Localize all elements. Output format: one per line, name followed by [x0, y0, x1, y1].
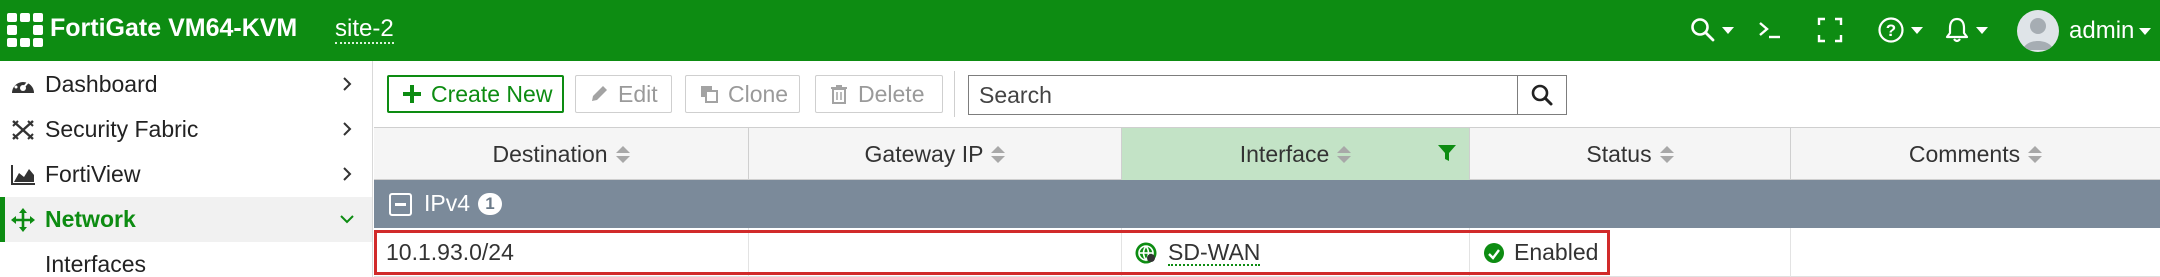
help-icon: ? — [1878, 17, 1904, 43]
dashboard-gauge-icon — [12, 79, 34, 93]
edit-label: Edit — [618, 80, 658, 107]
chevron-right-icon — [343, 77, 352, 91]
pencil-icon — [588, 83, 610, 105]
fortiview-chart-icon — [11, 165, 35, 185]
plus-icon — [401, 83, 423, 105]
column-label: Comments — [1908, 140, 2021, 167]
chevron-down-icon — [1722, 26, 1734, 34]
column-header-comments[interactable]: Comments — [1791, 128, 2160, 180]
delete-button[interactable]: Delete — [815, 75, 943, 113]
search-menu[interactable] — [1690, 14, 1734, 46]
sidebar-item-label: Security Fabric — [45, 116, 199, 142]
sort-icon — [1659, 145, 1674, 163]
sd-wan-icon — [1135, 242, 1157, 263]
network-arrows-icon — [11, 208, 35, 232]
sort-icon — [991, 145, 1006, 163]
cli-console-icon — [1759, 22, 1780, 39]
sidebar-item-fortiview[interactable]: FortiView — [0, 152, 372, 197]
check-circle-icon — [1484, 242, 1504, 263]
create-new-button[interactable]: Create New — [387, 75, 564, 113]
trash-icon — [828, 83, 850, 105]
fullscreen-icon — [1817, 17, 1843, 43]
fortinet-logo-icon[interactable] — [7, 13, 43, 47]
column-label: Destination — [492, 140, 608, 167]
column-header-interface[interactable]: Interface — [1122, 128, 1470, 180]
sidebar-item-dashboard[interactable]: Dashboard — [0, 62, 372, 107]
user-menu-label[interactable]: admin — [2069, 17, 2134, 45]
table-header: Destination Gateway IP Interface Status … — [374, 127, 2160, 180]
cell-status: Enabled — [1470, 228, 1791, 277]
column-label: Status — [1586, 140, 1652, 167]
chevron-down-icon — [1911, 26, 1923, 34]
cli-console-button[interactable] — [1757, 14, 1783, 46]
chevron-down-icon — [1976, 26, 1988, 34]
app-title: FortiGate VM64-KVM — [50, 14, 298, 42]
help-menu[interactable]: ? — [1877, 14, 1923, 46]
group-label: IPv4 — [424, 190, 471, 216]
sidebar-item-interfaces[interactable]: Interfaces — [0, 242, 372, 277]
chevron-down-icon[interactable] — [2139, 28, 2151, 35]
chevron-down-icon — [340, 215, 354, 224]
chevron-right-icon — [343, 167, 352, 181]
clone-button[interactable]: Clone — [685, 75, 800, 113]
sort-icon — [2028, 145, 2043, 163]
chevron-right-icon — [343, 122, 352, 136]
cell-interface: SD-WAN — [1122, 228, 1470, 277]
column-header-gateway-ip[interactable]: Gateway IP — [749, 128, 1122, 180]
fullscreen-button[interactable] — [1817, 14, 1843, 46]
sort-icon — [615, 145, 630, 163]
clone-icon — [698, 83, 720, 105]
table-row[interactable]: 10.1.93.0/24 SD-WAN Enabled — [374, 228, 2160, 277]
edit-button[interactable]: Edit — [575, 75, 672, 113]
group-count-badge: 1 — [478, 193, 502, 215]
search-input[interactable] — [969, 76, 1515, 114]
search-box — [968, 75, 1567, 115]
cell-comments — [1791, 228, 2160, 277]
column-label: Gateway IP — [864, 140, 984, 167]
search-icon — [1531, 84, 1553, 106]
sidebar-item-network[interactable]: Network — [0, 197, 372, 242]
column-header-destination[interactable]: Destination — [374, 128, 749, 180]
create-new-label: Create New — [431, 80, 553, 107]
interface-link[interactable]: SD-WAN — [1168, 240, 1261, 266]
notifications-menu[interactable] — [1944, 14, 1988, 46]
toolbar-divider — [954, 71, 955, 117]
notifications-bell-icon — [1945, 17, 1969, 43]
static-routes-table: Destination Gateway IP Interface Status … — [374, 127, 2160, 277]
column-header-status[interactable]: Status — [1470, 128, 1791, 180]
column-label: Interface — [1239, 140, 1330, 167]
security-fabric-icon — [12, 120, 34, 140]
sidebar-item-security-fabric[interactable]: Security Fabric — [0, 107, 372, 152]
top-bar: FortiGate VM64-KVM site-2 ? admin — [0, 0, 2160, 61]
status-label: Enabled — [1514, 239, 1599, 265]
sidebar-item-label: Network — [45, 206, 136, 232]
vdom-selector[interactable]: site-2 — [335, 16, 394, 44]
collapse-minus-icon[interactable] — [389, 193, 412, 216]
search-button[interactable] — [1517, 76, 1566, 114]
clone-label: Clone — [728, 80, 789, 107]
filter-funnel-icon[interactable] — [1437, 143, 1457, 163]
group-row-ipv4[interactable]: IPv4 1 — [374, 180, 2160, 228]
sidebar-item-label: FortiView — [45, 161, 141, 187]
active-indicator — [0, 197, 5, 242]
sort-icon — [1337, 145, 1352, 163]
sidebar-item-label: Dashboard — [45, 71, 158, 97]
user-avatar-icon[interactable] — [2017, 10, 2059, 52]
delete-label: Delete — [858, 80, 925, 107]
search-icon — [1691, 18, 1715, 42]
sidebar: Dashboard Security Fabric FortiView Netw… — [0, 61, 373, 277]
cell-destination: 10.1.93.0/24 — [374, 228, 749, 277]
sidebar-item-label: Interfaces — [45, 251, 146, 277]
toolbar: Create New Edit Clone Delete — [374, 61, 2160, 127]
cell-gateway-ip — [749, 228, 1122, 277]
svg-text:?: ? — [1886, 21, 1896, 40]
